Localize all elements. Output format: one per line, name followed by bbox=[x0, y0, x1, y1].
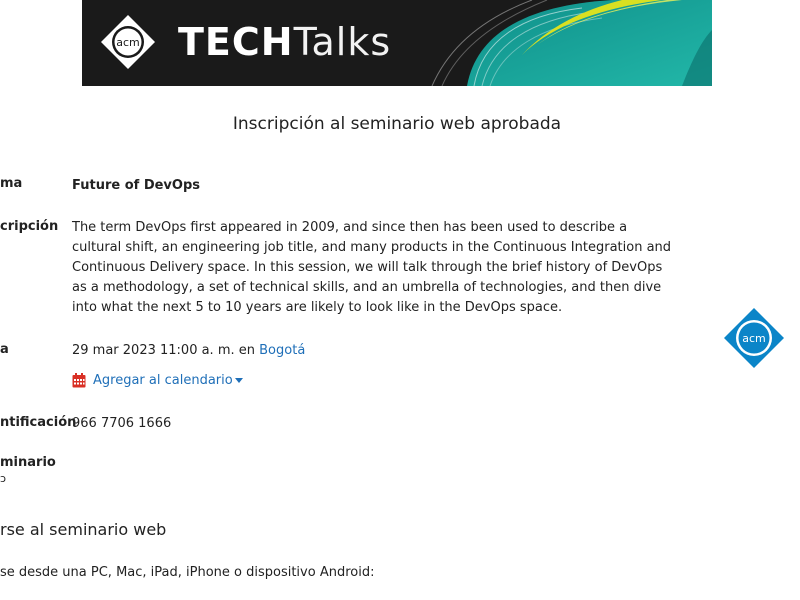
timezone-link[interactable]: Bogotá bbox=[259, 343, 305, 358]
acm-logo-text: acm bbox=[116, 36, 140, 49]
passcode-label: minario bbox=[0, 455, 56, 470]
page-title: Inscripción al seminario web aprobada bbox=[232, 114, 562, 134]
acm-side-logo-icon: acm bbox=[724, 308, 784, 368]
topic-value: Future of DevOps bbox=[72, 178, 201, 193]
tech-talks-banner: acm TECHTalks bbox=[82, 0, 712, 86]
date-value: 29 mar 2023 11:00 a. m. en Bogotá bbox=[72, 341, 305, 361]
banner-title-light: Talks bbox=[293, 20, 392, 64]
banner-title-bold: TECH bbox=[178, 20, 294, 64]
add-to-calendar-button[interactable]: Agregar al calendario bbox=[72, 371, 243, 391]
acm-logo-icon: acm bbox=[101, 15, 155, 69]
registration-page: acm TECHTalks Inscripción al seminario w… bbox=[0, 0, 800, 600]
passcode-label-cont: ɔ bbox=[0, 472, 7, 485]
webinar-id-value: 966 7706 1666 bbox=[72, 416, 172, 431]
topic-label: ma bbox=[0, 176, 23, 191]
caret-down-icon bbox=[234, 378, 243, 383]
date-label: a bbox=[0, 342, 9, 357]
description-label: cripción bbox=[0, 219, 59, 234]
description-value: The term DevOps first appeared in 2009, … bbox=[72, 220, 672, 315]
webinar-id-label: ntificación bbox=[0, 415, 77, 430]
banner-title: TECHTalks bbox=[178, 18, 391, 66]
join-section-title: rse al seminario web bbox=[0, 520, 167, 539]
acm-side-logo-text: acm bbox=[742, 332, 766, 345]
add-to-calendar-label: Agregar al calendario bbox=[93, 373, 233, 388]
join-instructions: se desde una PC, Mac, iPad, iPhone o dis… bbox=[0, 565, 375, 580]
calendar-icon bbox=[72, 373, 86, 388]
banner-decoration bbox=[82, 0, 712, 86]
date-text: 29 mar 2023 11:00 a. m. en bbox=[72, 343, 255, 358]
